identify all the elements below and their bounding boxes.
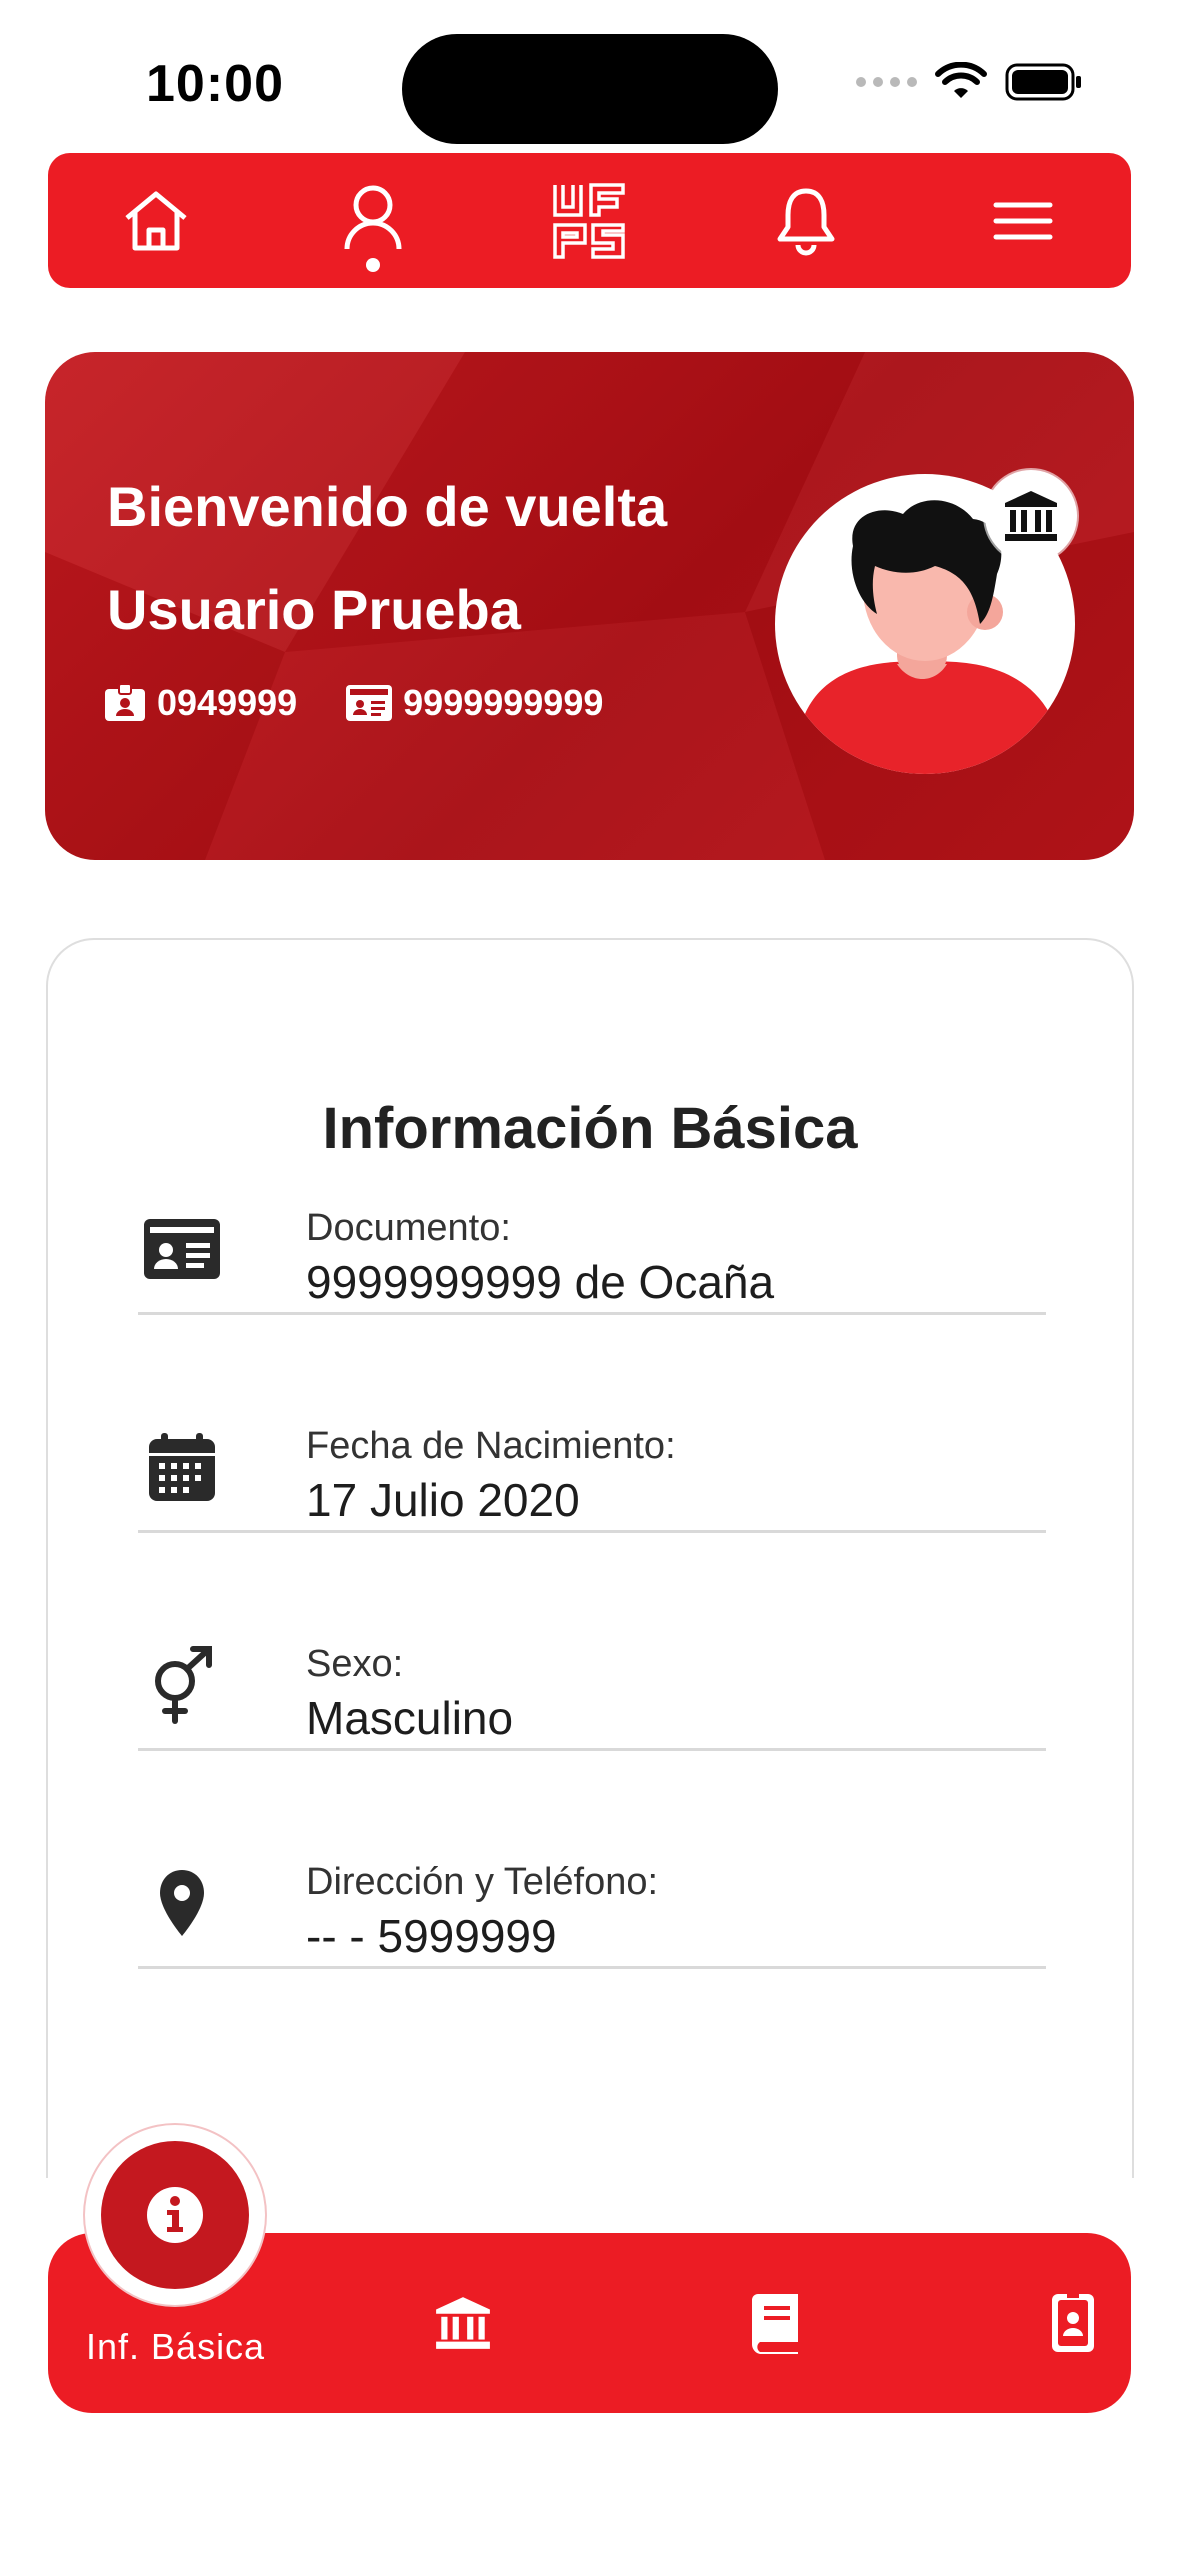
info-value: Masculino bbox=[306, 1692, 514, 1744]
home-button[interactable] bbox=[101, 166, 211, 276]
info-value: 17 Julio 2020 bbox=[306, 1474, 580, 1526]
info-label: Dirección y Teléfono: bbox=[306, 1861, 659, 1903]
info-icon bbox=[147, 2187, 203, 2243]
tab-carnet[interactable] bbox=[1033, 2283, 1113, 2363]
ufps-logo-button[interactable] bbox=[534, 166, 644, 276]
info-row-address-phone: Dirección y Teléfono: -- - 5999999 bbox=[138, 1751, 1046, 1969]
app-screen: 10:00 Bienvenido de vuelta Usuario Prueb… bbox=[0, 0, 1179, 2556]
book-icon bbox=[751, 2294, 798, 2354]
ufps-logo bbox=[553, 182, 626, 259]
gender-icon bbox=[138, 1641, 226, 1729]
status-indicators bbox=[856, 62, 1083, 102]
badge-icon bbox=[1052, 2294, 1094, 2352]
menu-icon bbox=[993, 202, 1053, 239]
document-number-value: 9999999999 bbox=[403, 682, 604, 723]
cellular-signal-icon bbox=[856, 77, 917, 87]
greeting-text: Bienvenido de vuelta bbox=[107, 475, 668, 538]
institution-icon bbox=[436, 2297, 490, 2349]
wifi-icon bbox=[935, 62, 987, 98]
tab-academic[interactable] bbox=[736, 2283, 816, 2363]
user-icon bbox=[344, 185, 402, 249]
user-name: Usuario Prueba bbox=[107, 578, 521, 641]
active-tab-bubble bbox=[101, 2141, 249, 2289]
info-row-document: Documento: 9999999999 de Ocaña bbox=[138, 1097, 1046, 1315]
id-card-icon bbox=[138, 1205, 226, 1293]
location-pin-icon bbox=[138, 1859, 226, 1947]
menu-button[interactable] bbox=[968, 166, 1078, 276]
tab-basic-info[interactable] bbox=[85, 2125, 265, 2305]
student-code-value: 0949999 bbox=[157, 682, 298, 723]
user-identifiers: 0949999 9999999999 bbox=[103, 682, 651, 724]
tab-institution[interactable] bbox=[423, 2283, 503, 2363]
info-value: -- - 5999999 bbox=[306, 1910, 557, 1962]
institution-badge bbox=[985, 470, 1077, 562]
id-card-icon bbox=[346, 685, 393, 721]
info-value: 9999999999 de Ocaña bbox=[306, 1256, 775, 1308]
active-indicator-dot bbox=[365, 257, 380, 272]
battery-icon bbox=[1005, 63, 1081, 101]
bell-icon bbox=[777, 188, 835, 255]
info-label: Documento: bbox=[306, 1207, 511, 1249]
info-row-sex: Sexo: Masculino bbox=[138, 1533, 1046, 1751]
profile-button[interactable] bbox=[318, 166, 428, 276]
notifications-button[interactable] bbox=[751, 166, 861, 276]
top-navigation bbox=[48, 153, 1131, 288]
welcome-card: Bienvenido de vuelta Usuario Prueba 0949… bbox=[45, 352, 1134, 860]
document-number: 9999999999 bbox=[345, 682, 603, 724]
dynamic-island bbox=[402, 34, 778, 144]
home-icon bbox=[125, 191, 187, 250]
info-label: Fecha de Nacimiento: bbox=[306, 1425, 676, 1467]
basic-info-card: Información Básica Documento: 9999999999… bbox=[46, 938, 1134, 2178]
info-row-birthdate: Fecha de Nacimiento: 17 Julio 2020 bbox=[138, 1315, 1046, 1533]
student-code: 0949999 bbox=[103, 682, 297, 724]
badge-icon bbox=[105, 683, 145, 721]
status-time: 10:00 bbox=[146, 55, 284, 113]
institution-icon bbox=[1005, 491, 1057, 541]
calendar-icon bbox=[138, 1423, 226, 1511]
active-tab-label: Inf. Básica bbox=[86, 2326, 266, 2367]
info-label: Sexo: bbox=[306, 1643, 404, 1685]
